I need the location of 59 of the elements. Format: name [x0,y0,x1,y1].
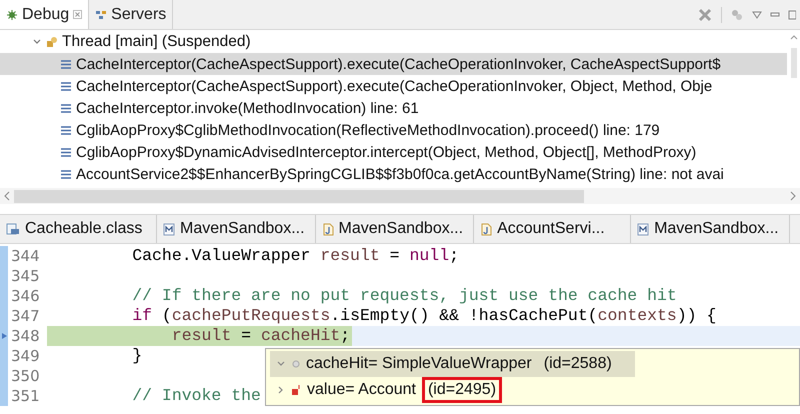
scroll-right-icon[interactable] [790,191,796,201]
editor-tab[interactable]: Cacheable.class [0,215,157,243]
stack-frame[interactable]: CacheInterceptor(CacheAspectSupport).execute(CacheOperationInvoker, Object, Method, Obje [0,75,787,97]
java-file-icon [480,222,492,236]
view-menu-icon[interactable] [752,10,762,18]
object-id: (id=2495) [422,377,502,403]
line-number: 349 [10,347,41,365]
line-number: 347 [10,307,41,325]
java-file-icon [322,222,334,236]
thread-label[interactable]: Thread [main] (Suspended) [62,33,251,51]
object-id: (id=2588) [542,354,613,374]
code-line: Cache.ValueWrapper result = null; [131,246,459,266]
class-file-icon [6,223,20,235]
stack-frame-icon [61,126,71,134]
stack-frame[interactable]: AccountService2$$EnhancerBySpringCGLIB$$f3b0f0ca.getAccountByName(String) line: not avai [0,163,787,185]
code-line: if (cachePutRequests.isEmpty() && !hasCachePut(contexts)) { [131,306,716,326]
editor-tab[interactable]: MavenSandbox... [316,215,474,243]
stack-frame-icon [61,104,71,112]
stack-frame-icon [61,82,71,90]
variable-name[interactable]: cacheHit= SimpleValueWrapper [306,355,532,373]
stack-frame-icon [61,148,71,156]
thread-icon [46,36,58,48]
line-number: 345 [10,267,41,285]
line-number: 344 [10,247,41,265]
code-line: // Invoke the [131,386,261,406]
minimize-icon[interactable] [770,10,780,18]
variable-name[interactable]: value= Account [307,381,416,399]
close-icon[interactable] [73,10,82,19]
scroll-thumb[interactable] [790,48,796,78]
stack-frame[interactable]: CacheInterceptor(CacheAspectSupport).execute(CacheOperationInvoker, CacheAspectSupport$ [0,53,787,75]
view-tab[interactable]: Servers [89,0,174,29]
scroll-left-icon[interactable] [4,191,10,201]
threads-icon[interactable] [730,8,744,22]
stack-frame[interactable]: CglibAopProxy$CglibMethodInvocation(ReflectiveMethodInvocation).proceed() line: 179 [0,119,787,141]
instruction-pointer-icon [2,333,6,339]
maven-file-icon [163,222,175,236]
editor-tab[interactable]: AccountServi... [474,215,632,243]
scroll-up-icon[interactable] [790,34,798,40]
line-number: 351 [10,387,41,405]
editor-tab[interactable]: MavenSandbox... [157,215,316,243]
maximize-icon[interactable] [788,10,796,20]
servers-icon [95,8,108,20]
line-number: 348 [10,327,41,345]
editor-tab[interactable]: MavenSandbox... [631,215,790,243]
view-tab[interactable]: Debug [0,0,90,29]
stack-frame[interactable]: CglibAopProxy$DynamicAdvisedInterceptor.intercept(Object, Method, Object[], MethodProxy) [0,141,787,163]
maven-file-icon [637,222,650,236]
line-number: 350 [10,367,41,385]
stack-frame[interactable]: CacheInterceptor.invoke(MethodInvocation) line: 61 [0,97,787,119]
horizontal-scrollbar[interactable] [0,188,800,204]
stack-frame-icon [61,60,71,68]
code-line: // If there are no put requests, just use the cache hit [131,286,677,306]
line-number: 346 [10,287,41,305]
local-variable-icon [292,360,300,368]
bug-icon [6,8,18,20]
field-icon [292,385,301,395]
remove-terminated-icon[interactable] [697,6,713,22]
code-line: } [131,346,142,366]
stack-frame-icon [61,170,71,178]
